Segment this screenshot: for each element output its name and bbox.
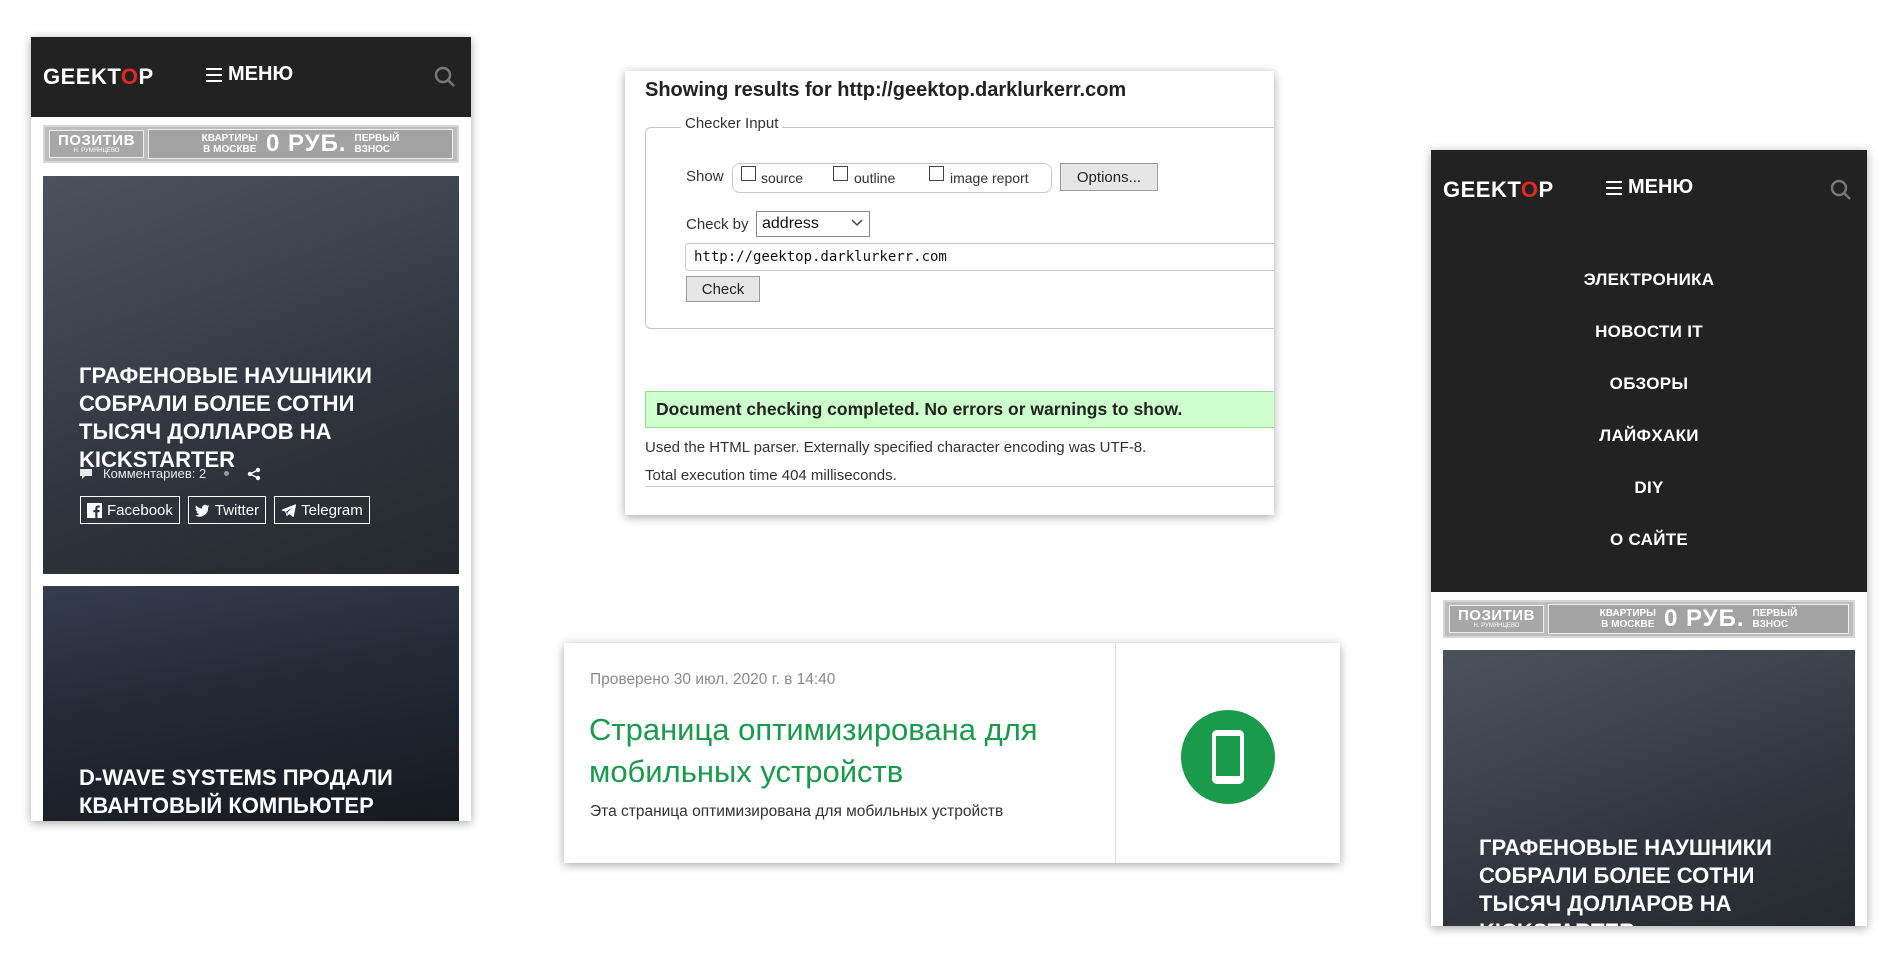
result-heading: Страница оптимизирована для мобильных ус… — [589, 712, 1038, 789]
ad-brand-sub: Н. РУМЯНЦЕВО — [73, 148, 120, 154]
share-buttons: Facebook Twitter Telegram — [80, 496, 370, 524]
ad-brand-box: ПОЗИТИВ Н. РУМЯНЦЕВО — [1449, 605, 1544, 633]
comments-count[interactable]: Комментариев: 2 — [103, 466, 206, 481]
logo-accent: O — [120, 64, 139, 89]
ad-brand-sub: Н. РУМЯНЦЕВО — [1473, 623, 1520, 629]
dot-separator — [224, 471, 230, 476]
url-input[interactable]: http://geektop.darklurkerr.com — [685, 243, 1274, 271]
site-header: GEEKTOP МЕНЮ — [1431, 150, 1867, 230]
left-phone-screenshot: GEEKTOP МЕНЮ ПОЗИТИВ Н. РУМЯНЦЕВО КВАРТИ… — [31, 37, 471, 821]
ad-text-right: ПЕРВЫЙ ВЗНОС — [1752, 608, 1798, 630]
facebook-icon — [87, 502, 102, 518]
mobile-friendly-result: Проверено 30 июл. 2020 г. в 14:40 Страни… — [564, 643, 1340, 863]
nav-item-it-news[interactable]: НОВОСТИ IT — [1431, 306, 1867, 358]
ad-brand-box: ПОЗИТИВ Н. РУМЯНЦЕВО — [49, 130, 144, 158]
ad-text-left: КВАРТИРЫ В МОСКВЕ — [201, 133, 258, 155]
show-label: Show — [686, 168, 724, 185]
image-report-checkbox-label: image report — [950, 170, 1029, 186]
nav-item-diy[interactable]: DIY — [1431, 462, 1867, 514]
article-title[interactable]: ГРАФЕНОВЫЕ НАУШНИКИ СОБРАЛИ БОЛЕЕ СОТНИ … — [79, 362, 439, 474]
ad-brand: ПОЗИТИВ — [58, 132, 135, 149]
logo-text-end: P — [138, 64, 154, 89]
source-checkbox-label: source — [761, 170, 804, 186]
share-icon[interactable] — [247, 467, 261, 481]
logo-text: GEEKT — [43, 64, 121, 89]
nav-item-reviews[interactable]: ОБЗОРЫ — [1431, 358, 1867, 410]
menu-button[interactable]: МЕНЮ — [1606, 176, 1693, 199]
result-description: Эта страница оптимизирована для мобильны… — [590, 803, 1004, 820]
article-card[interactable]: ГРАФЕНОВЫЕ НАУШНИКИ СОБРАЛИ БОЛЕЕ СОТНИ … — [43, 176, 459, 574]
check-by-select[interactable]: address — [756, 211, 870, 237]
ad-banner[interactable]: ПОЗИТИВ Н. РУМЯНЦЕВО КВАРТИРЫ В МОСКВЕ 0… — [43, 125, 459, 163]
check-by-label: Check by — [686, 216, 749, 233]
telegram-icon — [281, 503, 297, 517]
image-report-checkbox[interactable] — [929, 166, 944, 181]
site-logo[interactable]: GEEKTOP — [1443, 177, 1554, 203]
ad-offer: КВАРТИРЫ В МОСКВЕ 0 РУБ. ПЕРВЫЙ ВЗНОС — [147, 129, 453, 159]
article-title[interactable]: D-WAVE SYSTEMS ПРОДАЛИ КВАНТОВЫЙ КОМПЬЮТ… — [79, 764, 419, 820]
ad-text-big: 0 РУБ. — [1663, 605, 1745, 632]
check-by-value: address — [762, 215, 819, 232]
comment-icon — [80, 468, 92, 479]
execution-time: Total execution time 404 milliseconds. — [645, 467, 897, 484]
ad-brand: ПОЗИТИВ — [1458, 607, 1535, 624]
nav-item-electronics[interactable]: ЭЛЕКТРОНИКА — [1431, 254, 1867, 306]
results-title: Showing results for http://geektop.darkl… — [645, 79, 1127, 101]
outline-checkbox[interactable] — [833, 166, 848, 181]
validator-screenshot: Showing results for http://geektop.darkl… — [625, 71, 1274, 515]
source-checkbox[interactable] — [741, 166, 756, 181]
article-title[interactable]: ГРАФЕНОВЫЕ НАУШНИКИ СОБРАЛИ БОЛЕЕ СОТНИ … — [1479, 834, 1839, 926]
ad-offer: КВАРТИРЫ В МОСКВЕ 0 РУБ. ПЕРВЫЙ ВЗНОС — [1547, 604, 1849, 634]
menu-button[interactable]: МЕНЮ — [206, 63, 293, 86]
facebook-label: Facebook — [107, 501, 173, 519]
hamburger-icon — [1606, 180, 1622, 195]
divider — [645, 486, 1274, 487]
dropdown-nav-menu: ЭЛЕКТРОНИКА НОВОСТИ IT ОБЗОРЫ ЛАЙФХАКИ D… — [1431, 230, 1867, 592]
article-card[interactable]: ГРАФЕНОВЫЕ НАУШНИКИ СОБРАЛИ БОЛЕЕ СОТНИ … — [1443, 650, 1855, 926]
twitter-icon — [194, 504, 210, 517]
outline-checkbox-label: outline — [854, 170, 896, 186]
twitter-label: Twitter — [214, 501, 260, 519]
ad-text-left: КВАРТИРЫ В МОСКВЕ — [1599, 608, 1656, 630]
search-icon[interactable] — [433, 65, 457, 89]
ad-text-right: ПЕРВЫЙ ВЗНОС — [354, 133, 400, 155]
article-card[interactable]: D-WAVE SYSTEMS ПРОДАЛИ КВАНТОВЫЙ КОМПЬЮТ… — [43, 586, 459, 821]
check-button[interactable]: Check — [686, 276, 760, 302]
check-date: Проверено 30 июл. 2020 г. в 14:40 — [590, 671, 836, 688]
site-header: GEEKTOP МЕНЮ — [31, 37, 471, 117]
menu-label: МЕНЮ — [1628, 176, 1694, 198]
twitter-share-button[interactable]: Twitter — [187, 496, 267, 524]
ad-banner[interactable]: ПОЗИТИВ Н. РУМЯНЦЕВО КВАРТИРЫ В МОСКВЕ 0… — [1443, 600, 1855, 638]
facebook-share-button[interactable]: Facebook — [80, 496, 180, 524]
hamburger-icon — [206, 67, 222, 82]
nav-item-about[interactable]: О САЙТЕ — [1431, 514, 1867, 566]
ad-text-big: 0 РУБ. — [265, 130, 347, 157]
telegram-share-button[interactable]: Telegram — [274, 496, 370, 524]
right-phone-screenshot: GEEKTOP МЕНЮ ЭЛЕКТРОНИКА НОВОСТИ IT ОБЗО… — [1431, 150, 1867, 926]
logo-text-end: P — [1538, 177, 1554, 202]
telegram-label: Telegram — [301, 501, 363, 519]
chevron-down-icon — [851, 219, 863, 227]
logo-accent: O — [1520, 177, 1539, 202]
parser-info: Used the HTML parser. Externally specifi… — [645, 439, 1147, 456]
site-logo[interactable]: GEEKTOP — [43, 64, 154, 90]
success-message: Document checking completed. No errors o… — [645, 391, 1274, 428]
search-icon[interactable] — [1829, 178, 1853, 202]
mobile-phone-icon — [1181, 710, 1275, 804]
logo-text: GEEKT — [1443, 177, 1521, 202]
menu-label: МЕНЮ — [228, 63, 294, 85]
article-meta: Комментариев: 2 — [79, 466, 261, 481]
vertical-divider — [1115, 643, 1116, 863]
options-button[interactable]: Options... — [1060, 163, 1158, 191]
nav-item-lifehacks[interactable]: ЛАЙФХАКИ — [1431, 410, 1867, 462]
fieldset-legend: Checker Input — [681, 115, 783, 132]
